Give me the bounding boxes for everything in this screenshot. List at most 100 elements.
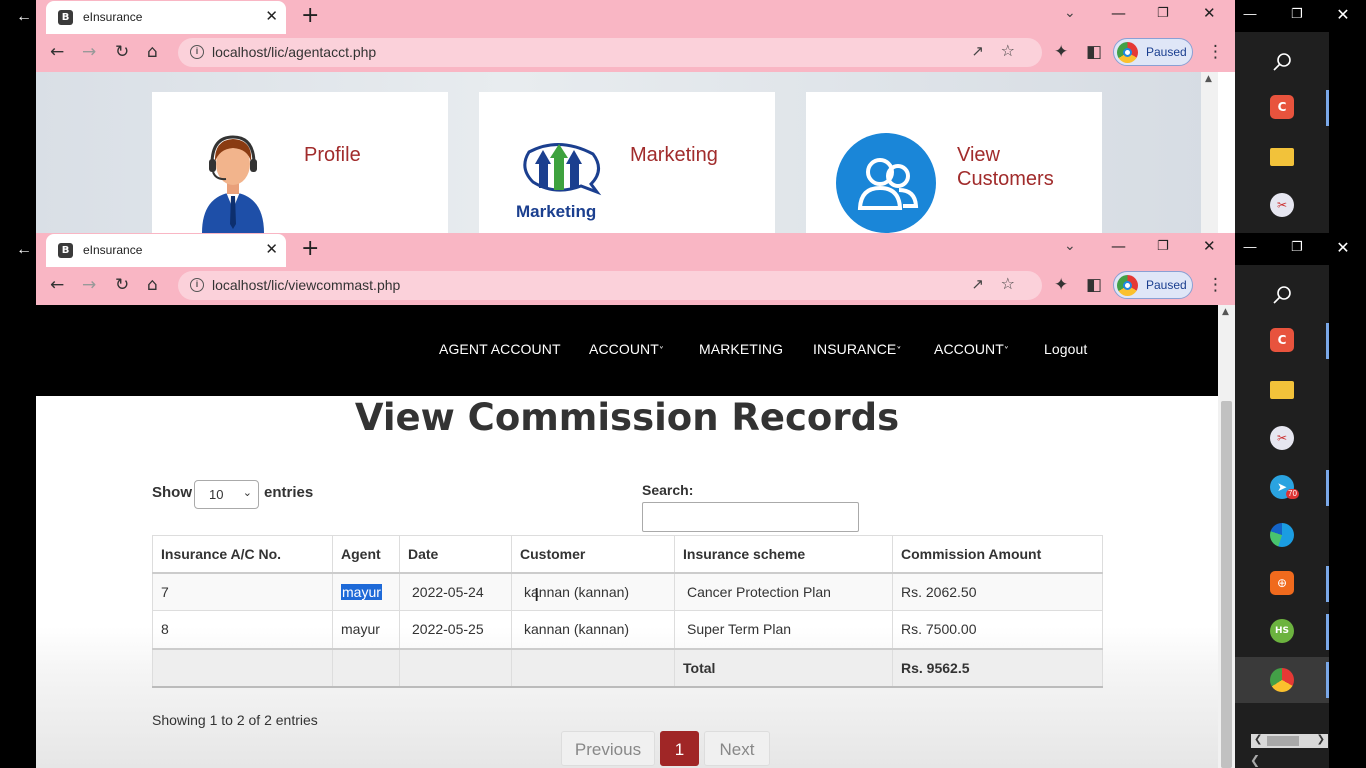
column-header[interactable]: Commission Amount bbox=[892, 535, 1103, 574]
main-content: View Commission Records Show 10 ⌄ entrie… bbox=[36, 396, 1218, 768]
column-header[interactable]: Customer bbox=[511, 535, 675, 574]
nav-insurance-dropdown[interactable]: INSURANCE˅ bbox=[813, 341, 901, 357]
extensions-puzzle-icon[interactable]: ✦ bbox=[1054, 42, 1068, 62]
close-icon[interactable]: ✕ bbox=[1333, 5, 1353, 25]
next-page-button[interactable]: Next bbox=[704, 731, 770, 766]
browser-tab[interactable]: B eInsurance ✕ bbox=[46, 234, 286, 267]
side-panel-icon[interactable]: ◧ bbox=[1086, 275, 1102, 295]
home-icon[interactable]: ⌂ bbox=[147, 275, 158, 295]
tab-search-chevron-icon[interactable]: ⌄ bbox=[1064, 238, 1076, 254]
active-indicator bbox=[1326, 566, 1329, 602]
restore-icon[interactable]: ❐ bbox=[1157, 6, 1169, 21]
active-indicator bbox=[1326, 323, 1329, 359]
close-icon[interactable]: ✕ bbox=[1203, 4, 1216, 22]
tab-search-chevron-icon[interactable]: ⌄ bbox=[1064, 5, 1076, 21]
close-icon[interactable]: ✕ bbox=[1203, 237, 1216, 255]
back-icon[interactable]: ← bbox=[50, 42, 64, 62]
table-row: 7 mayur 2022-05-24 kannan (kannan) Cance… bbox=[152, 572, 1103, 611]
scroll-right-icon[interactable]: ❯ bbox=[1317, 734, 1325, 745]
tab-close-icon[interactable]: ✕ bbox=[265, 240, 278, 258]
hubstaff-icon[interactable]: HS bbox=[1270, 619, 1294, 643]
address-bar[interactable]: i localhost/lic/viewcommast.php ↗ ☆ bbox=[178, 271, 1042, 300]
marketing-card[interactable]: Marketing Marketing bbox=[479, 92, 775, 233]
snipping-tool-icon[interactable]: ✂ bbox=[1270, 193, 1294, 217]
profile-button[interactable]: Paused bbox=[1113, 38, 1193, 66]
page-1-button[interactable]: 1 bbox=[660, 731, 699, 766]
nav-account-dropdown[interactable]: ACCOUNT˅ bbox=[589, 341, 664, 357]
site-info-icon[interactable]: i bbox=[190, 278, 204, 292]
reload-icon[interactable]: ↻ bbox=[115, 42, 129, 62]
tab-title: eInsurance bbox=[83, 243, 143, 257]
address-bar[interactable]: i localhost/lic/agentacct.php ↗ ☆ bbox=[178, 38, 1042, 67]
site-info-icon[interactable]: i bbox=[190, 45, 204, 59]
share-icon[interactable]: ↗ bbox=[971, 42, 984, 60]
new-tab-icon[interactable]: + bbox=[301, 236, 319, 261]
cell-commission: Rs. 2062.50 bbox=[892, 572, 1103, 611]
search-icon[interactable] bbox=[1272, 52, 1292, 72]
back-arrow-icon[interactable]: ← bbox=[16, 9, 32, 25]
scroll-up-icon[interactable]: ▲ bbox=[1205, 74, 1212, 84]
view-customers-card[interactable]: View Customers bbox=[806, 92, 1102, 233]
column-header[interactable]: Agent bbox=[332, 535, 400, 574]
app-c-icon[interactable]: C bbox=[1270, 328, 1294, 352]
new-tab-icon[interactable]: + bbox=[301, 3, 319, 28]
scroll-up-icon[interactable]: ▲ bbox=[1222, 307, 1229, 317]
bookmark-star-icon[interactable]: ☆ bbox=[1001, 41, 1015, 60]
nav-logout[interactable]: Logout bbox=[1044, 341, 1087, 357]
back-icon[interactable]: ← bbox=[50, 275, 64, 295]
minimize-icon[interactable]: — bbox=[1240, 6, 1260, 21]
home-icon[interactable]: ⌂ bbox=[147, 42, 158, 62]
scrollbar[interactable]: ▲ bbox=[1201, 72, 1218, 233]
forward-icon[interactable]: → bbox=[82, 275, 96, 295]
nav-marketing[interactable]: MARKETING bbox=[699, 341, 783, 357]
nav-account-dropdown-2[interactable]: ACCOUNT˅ bbox=[934, 341, 1009, 357]
edge-icon[interactable] bbox=[1270, 523, 1294, 547]
profile-card[interactable]: Profile bbox=[152, 92, 448, 233]
app-c-icon[interactable]: C bbox=[1270, 95, 1294, 119]
browser-tab[interactable]: B eInsurance ✕ bbox=[46, 1, 286, 34]
column-header[interactable]: Insurance scheme bbox=[674, 535, 893, 574]
scroll-left-icon[interactable]: ❮ bbox=[1254, 734, 1262, 745]
nav-agent-account[interactable]: AGENT ACCOUNT bbox=[439, 341, 561, 357]
side-panel-icon[interactable]: ◧ bbox=[1086, 42, 1102, 62]
cell-date: 2022-05-25 bbox=[399, 610, 512, 649]
cell-scheme: Super Term Plan bbox=[674, 610, 893, 649]
scrollbar-thumb[interactable] bbox=[1267, 736, 1299, 746]
minimize-icon[interactable]: — bbox=[1111, 4, 1126, 22]
tab-close-icon[interactable]: ✕ bbox=[265, 7, 278, 25]
share-icon[interactable]: ↗ bbox=[971, 275, 984, 293]
reload-icon[interactable]: ↻ bbox=[115, 275, 129, 295]
restore-icon[interactable]: ❐ bbox=[1157, 239, 1169, 254]
search-icon[interactable] bbox=[1272, 285, 1292, 305]
chevron-left-icon[interactable]: ❮ bbox=[1250, 753, 1260, 767]
profile-status: Paused bbox=[1146, 45, 1187, 59]
restore-icon[interactable]: ❐ bbox=[1287, 6, 1307, 22]
scrollbar-thumb[interactable] bbox=[1221, 401, 1232, 768]
search-input[interactable] bbox=[642, 502, 859, 532]
chrome-icon[interactable] bbox=[1270, 668, 1294, 692]
file-explorer-icon[interactable] bbox=[1270, 148, 1294, 166]
menu-kebab-icon[interactable]: ⋮ bbox=[1207, 42, 1224, 62]
app-box-icon[interactable]: ⊕ bbox=[1270, 571, 1294, 595]
url-text: localhost/lic/agentacct.php bbox=[212, 44, 377, 60]
scrollbar[interactable]: ▲ bbox=[1218, 305, 1235, 768]
extensions-puzzle-icon[interactable]: ✦ bbox=[1054, 275, 1068, 295]
bookmark-star-icon[interactable]: ☆ bbox=[1001, 274, 1015, 293]
cell-empty bbox=[332, 647, 400, 688]
minimize-icon[interactable]: — bbox=[1111, 237, 1126, 255]
restore-icon[interactable]: ❐ bbox=[1287, 239, 1307, 255]
previous-page-button[interactable]: Previous bbox=[561, 731, 655, 766]
menu-kebab-icon[interactable]: ⋮ bbox=[1207, 275, 1224, 295]
column-header[interactable]: Date bbox=[399, 535, 512, 574]
close-icon[interactable]: ✕ bbox=[1333, 238, 1353, 258]
page-title: View Commission Records bbox=[354, 396, 900, 439]
file-explorer-icon[interactable] bbox=[1270, 381, 1294, 399]
forward-icon[interactable]: → bbox=[82, 42, 96, 62]
minimize-icon[interactable]: — bbox=[1240, 239, 1260, 254]
back-arrow-icon[interactable]: ← bbox=[16, 242, 32, 258]
column-header[interactable]: Insurance A/C No. bbox=[152, 535, 333, 574]
entries-select[interactable]: 10 ⌄ bbox=[194, 480, 259, 509]
snipping-tool-icon[interactable]: ✂ bbox=[1270, 426, 1294, 450]
horizontal-scrollbar[interactable]: ❮ ❯ bbox=[1251, 734, 1328, 748]
profile-button[interactable]: Paused bbox=[1113, 271, 1193, 299]
